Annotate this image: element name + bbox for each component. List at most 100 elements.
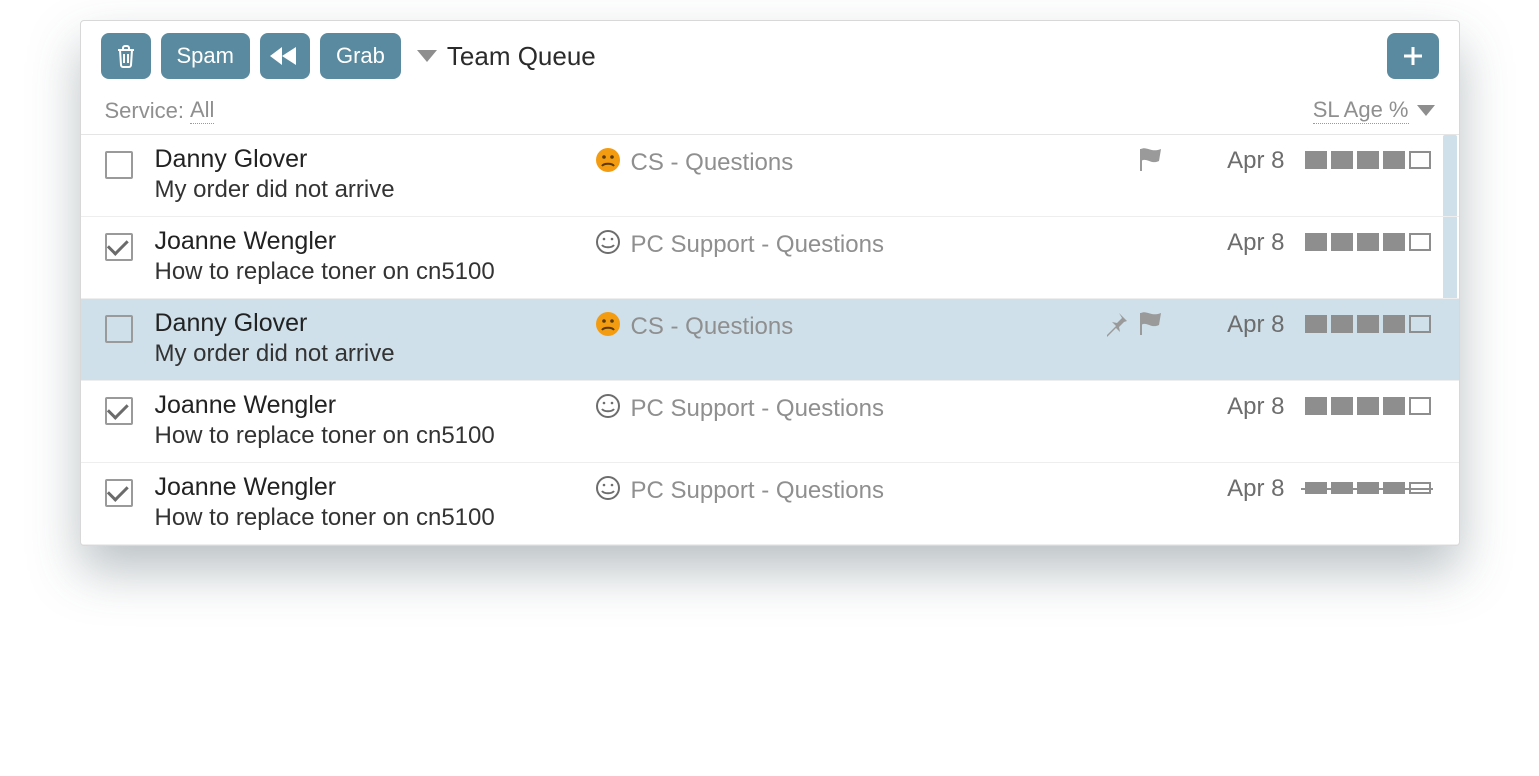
trash-icon	[115, 44, 137, 68]
chevron-down-icon	[417, 50, 437, 62]
grab-button[interactable]: Grab	[320, 33, 401, 79]
ticket-row[interactable]: Danny GloverMy order did not arrive CS - …	[81, 135, 1459, 217]
sl-bar-segment	[1331, 482, 1353, 494]
happy-face-icon	[595, 475, 621, 506]
row-main: Joanne WenglerHow to replace toner on cn…	[155, 473, 595, 532]
sl-bar-segment	[1331, 233, 1353, 251]
sl-bar-segment	[1305, 151, 1327, 169]
flag-icon[interactable]	[1137, 147, 1165, 180]
sl-bar-segment	[1331, 397, 1353, 415]
customer-name: Danny Glover	[155, 309, 595, 338]
service-filter-label: Service:	[105, 98, 184, 124]
sl-age-indicator	[1285, 473, 1435, 494]
sl-bar-segment	[1357, 233, 1379, 251]
ticket-subject: How to replace toner on cn5100	[155, 422, 595, 450]
ticket-row[interactable]: Joanne WenglerHow to replace toner on cn…	[81, 217, 1459, 299]
ticket-subject: How to replace toner on cn5100	[155, 504, 595, 532]
spam-button[interactable]: Spam	[161, 33, 250, 79]
category: CS - Questions	[595, 309, 1065, 342]
category: PC Support - Questions	[595, 391, 1065, 424]
ticket-date: Apr 8	[1165, 473, 1285, 503]
row-checkbox[interactable]	[105, 233, 133, 261]
sl-bar-segment	[1409, 151, 1431, 169]
sl-bar-segment	[1357, 482, 1379, 494]
sad-face-icon	[595, 147, 621, 178]
row-checkbox[interactable]	[105, 315, 133, 343]
row-checkbox[interactable]	[105, 479, 133, 507]
add-button[interactable]	[1387, 33, 1439, 79]
sl-bar-segment	[1331, 151, 1353, 169]
queue-window: Spam Grab Team Queue Service: All	[80, 20, 1460, 546]
row-checkbox[interactable]	[105, 397, 133, 425]
category-label: PC Support - Questions	[631, 231, 884, 259]
row-status-icons	[1065, 227, 1165, 229]
sl-bar-segment	[1331, 315, 1353, 333]
queue-label: Team Queue	[447, 41, 596, 72]
ticket-subject: My order did not arrive	[155, 340, 595, 368]
category-label: PC Support - Questions	[631, 395, 884, 423]
plus-icon	[1402, 45, 1424, 67]
sl-bar-segment	[1409, 397, 1431, 415]
sl-bar-segment	[1409, 233, 1431, 251]
row-status-icons	[1065, 309, 1165, 344]
category-label: CS - Questions	[631, 313, 794, 341]
sl-bar-segment	[1357, 151, 1379, 169]
toolbar: Spam Grab Team Queue	[81, 21, 1459, 89]
row-status-icons	[1065, 473, 1165, 475]
sl-bar-segment	[1357, 315, 1379, 333]
sl-bar-segment	[1409, 482, 1431, 494]
queue-selector[interactable]: Team Queue	[417, 41, 596, 72]
happy-face-icon	[595, 229, 621, 260]
row-status-icons	[1065, 391, 1165, 393]
forward-icon	[268, 45, 302, 67]
sl-age-indicator	[1285, 309, 1435, 333]
ticket-row[interactable]: Danny GloverMy order did not arrive CS - …	[81, 299, 1459, 381]
ticket-date: Apr 8	[1165, 391, 1285, 421]
ticket-date: Apr 8	[1165, 309, 1285, 339]
sl-bar-segment	[1305, 315, 1327, 333]
sl-bar-segment	[1383, 315, 1405, 333]
ticket-subject: How to replace toner on cn5100	[155, 258, 595, 286]
flag-icon[interactable]	[1137, 311, 1165, 344]
customer-name: Danny Glover	[155, 145, 595, 174]
sad-face-icon	[595, 311, 621, 342]
forward-button[interactable]	[260, 33, 310, 79]
sl-age-indicator	[1285, 391, 1435, 415]
row-main: Danny GloverMy order did not arrive	[155, 309, 595, 368]
ticket-date: Apr 8	[1165, 145, 1285, 175]
category-label: CS - Questions	[631, 149, 794, 177]
pin-icon[interactable]	[1103, 311, 1129, 344]
category: CS - Questions	[595, 145, 1065, 178]
sl-bar-segment	[1305, 397, 1327, 415]
customer-name: Joanne Wengler	[155, 473, 595, 502]
row-status-icons	[1065, 145, 1165, 180]
category: PC Support - Questions	[595, 227, 1065, 260]
happy-face-icon	[595, 393, 621, 424]
sort-selector[interactable]: SL Age %	[1313, 97, 1435, 124]
ticket-row[interactable]: Joanne WenglerHow to replace toner on cn…	[81, 463, 1459, 545]
row-main: Joanne WenglerHow to replace toner on cn…	[155, 227, 595, 286]
customer-name: Joanne Wengler	[155, 391, 595, 420]
row-main: Danny GloverMy order did not arrive	[155, 145, 595, 204]
service-filter-value[interactable]: All	[190, 97, 214, 124]
category: PC Support - Questions	[595, 473, 1065, 506]
ticket-date: Apr 8	[1165, 227, 1285, 257]
sl-bar-segment	[1383, 482, 1405, 494]
filter-bar: Service: All SL Age %	[81, 89, 1459, 135]
row-main: Joanne WenglerHow to replace toner on cn…	[155, 391, 595, 450]
sort-label: SL Age %	[1313, 97, 1409, 124]
delete-button[interactable]	[101, 33, 151, 79]
sl-bar-segment	[1409, 315, 1431, 333]
row-checkbox[interactable]	[105, 151, 133, 179]
sl-bar-segment	[1305, 233, 1327, 251]
sl-bar-segment	[1357, 397, 1379, 415]
ticket-subject: My order did not arrive	[155, 176, 595, 204]
sl-age-indicator	[1285, 145, 1435, 169]
chevron-down-icon	[1417, 105, 1435, 116]
category-label: PC Support - Questions	[631, 477, 884, 505]
sl-bar-segment	[1383, 397, 1405, 415]
sl-bar-segment	[1383, 233, 1405, 251]
sl-bar-segment	[1383, 151, 1405, 169]
ticket-row[interactable]: Joanne WenglerHow to replace toner on cn…	[81, 381, 1459, 463]
sl-bar-segment	[1305, 482, 1327, 494]
